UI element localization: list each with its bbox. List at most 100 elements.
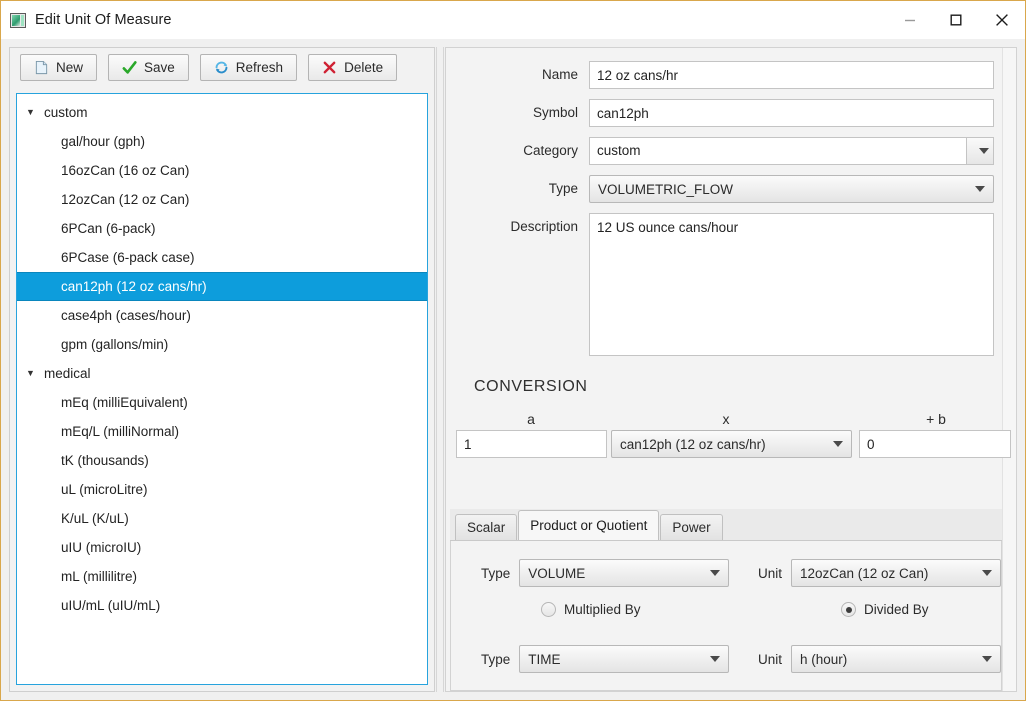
tree-leaf-row[interactable]: mEq/L (milliNormal) bbox=[17, 417, 427, 446]
conversion-x-header: x bbox=[722, 411, 730, 427]
maximize-icon bbox=[950, 14, 962, 26]
close-icon bbox=[996, 14, 1008, 26]
description-label: Description bbox=[510, 219, 578, 234]
type-label: Type bbox=[548, 181, 578, 196]
tree-leaf-row[interactable]: can12ph (12 oz cans/hr) bbox=[17, 272, 427, 301]
name-input[interactable] bbox=[589, 61, 994, 89]
category-combobox[interactable]: custom bbox=[589, 137, 994, 165]
tree-leaf-row[interactable]: uIU (microIU) bbox=[17, 533, 427, 562]
tree-container: ▼ custom gal/hour (gph) 16ozCan (16 oz Can)… bbox=[9, 87, 435, 692]
unit-of-measure-tree[interactable]: ▼ custom gal/hour (gph) 16ozCan (16 oz Can)… bbox=[16, 93, 428, 685]
conversion-a-input[interactable] bbox=[456, 430, 607, 458]
save-button-label: Save bbox=[144, 60, 175, 75]
tree-leaf-row[interactable]: 6PCan (6-pack) bbox=[17, 214, 427, 243]
chevron-down-icon bbox=[833, 441, 843, 447]
tree-leaf-row[interactable]: case4ph (cases/hour) bbox=[17, 301, 427, 330]
description-textarea[interactable] bbox=[589, 213, 994, 356]
denominator-type-label: Type bbox=[480, 651, 511, 667]
tab-power[interactable]: Power bbox=[660, 514, 723, 540]
numerator-type-combobox[interactable]: VOLUME bbox=[519, 559, 730, 587]
delete-button-label: Delete bbox=[344, 60, 384, 75]
tree-leaf-row[interactable]: mEq (milliEquivalent) bbox=[17, 388, 427, 417]
denominator-unit-combobox[interactable]: h (hour) bbox=[791, 645, 1001, 673]
tab-power-label: Power bbox=[672, 520, 711, 535]
tree-leaf-row[interactable]: 16ozCan (16 oz Can) bbox=[17, 156, 427, 185]
tree-leaf-row[interactable]: 12ozCan (12 oz Can) bbox=[17, 185, 427, 214]
denominator-type-combobox[interactable]: TIME bbox=[519, 645, 730, 673]
twisty-expanded-icon[interactable]: ▼ bbox=[26, 108, 40, 117]
numerator-unit-combobox[interactable]: 12ozCan (12 oz Can) bbox=[791, 559, 1001, 587]
symbol-input[interactable] bbox=[589, 99, 994, 127]
denominator-unit-label: Unit bbox=[757, 651, 782, 667]
tree-row-label: mL (millilitre) bbox=[61, 569, 137, 584]
numerator-unit-label: Unit bbox=[757, 565, 782, 581]
new-button[interactable]: New bbox=[20, 54, 98, 81]
tree-row-label: gpm (gallons/min) bbox=[61, 337, 169, 352]
name-row: Name bbox=[446, 61, 994, 89]
tab-scalar[interactable]: Scalar bbox=[455, 514, 518, 540]
tree-row-label: uL (microLitre) bbox=[61, 482, 148, 497]
tree-row-label: 12ozCan (12 oz Can) bbox=[61, 192, 190, 207]
numerator-unit-value: 12ozCan (12 oz Can) bbox=[800, 565, 929, 581]
radio-checked-icon bbox=[841, 602, 856, 617]
tree-leaf-row[interactable]: mL (millilitre) bbox=[17, 562, 427, 591]
minimize-button[interactable] bbox=[887, 1, 933, 39]
window-content: New Save Refresh Delete ▼ custom gal/hou… bbox=[1, 39, 1025, 700]
tree-group-row[interactable]: ▼ medical bbox=[17, 359, 427, 388]
numerator-type-value: VOLUME bbox=[528, 565, 586, 581]
delete-button[interactable]: Delete bbox=[308, 54, 398, 81]
window-title: Edit Unit Of Measure bbox=[35, 12, 172, 28]
conversion-b-header: + b bbox=[926, 411, 946, 427]
type-combobox[interactable]: VOLUMETRIC_FLOW bbox=[589, 175, 994, 203]
conversion-x-combobox[interactable]: can12ph (12 oz cans/hr) bbox=[611, 430, 852, 458]
tree-leaf-row[interactable]: gal/hour (gph) bbox=[17, 127, 427, 156]
tree-leaf-row[interactable]: K/uL (K/uL) bbox=[17, 504, 427, 533]
window-controls bbox=[887, 1, 1025, 39]
tree-leaf-row[interactable]: uIU/mL (uIU/mL) bbox=[17, 591, 427, 620]
tree-leaf-row[interactable]: uL (microLitre) bbox=[17, 475, 427, 504]
conversion-x-value: can12ph (12 oz cans/hr) bbox=[620, 436, 766, 452]
unit-detail-form: Name Symbol Category custom bbox=[446, 48, 1011, 691]
category-dropdown-button[interactable] bbox=[966, 138, 993, 164]
product-or-quotient-panel: Type VOLUME Unit 12ozCan (12 oz Can) Mul… bbox=[450, 541, 1002, 691]
category-value: custom bbox=[597, 143, 641, 158]
tab-strip: Scalar Product or Quotient Power bbox=[450, 509, 1002, 541]
right-pane-scrollbar[interactable] bbox=[1002, 48, 1016, 691]
tree-row-label: can12ph (12 oz cans/hr) bbox=[61, 279, 207, 294]
window-titlebar: Edit Unit Of Measure bbox=[1, 1, 1025, 39]
refresh-button-label: Refresh bbox=[235, 60, 284, 75]
close-button[interactable] bbox=[979, 1, 1025, 39]
tree-group-row[interactable]: ▼ custom bbox=[17, 98, 427, 127]
save-button[interactable]: Save bbox=[108, 54, 189, 81]
tab-scalar-label: Scalar bbox=[467, 520, 506, 535]
category-label: Category bbox=[523, 143, 578, 158]
chevron-down-icon bbox=[710, 656, 721, 662]
tree-leaf-row[interactable]: tK (thousands) bbox=[17, 446, 427, 475]
tab-product-or-quotient-label: Product or Quotient bbox=[530, 518, 648, 533]
refresh-button[interactable]: Refresh bbox=[199, 54, 298, 81]
new-button-label: New bbox=[56, 60, 84, 75]
denominator-unit-value: h (hour) bbox=[800, 651, 848, 667]
divided-by-label: Divided By bbox=[864, 602, 929, 617]
left-pane: New Save Refresh Delete ▼ custom gal/hou… bbox=[1, 39, 435, 700]
tree-row-label: custom bbox=[44, 105, 88, 120]
tree-row-label: 6PCase (6-pack case) bbox=[61, 250, 195, 265]
new-page-icon bbox=[35, 60, 48, 75]
chevron-down-icon bbox=[710, 570, 721, 576]
maximize-button[interactable] bbox=[933, 1, 979, 39]
twisty-expanded-icon[interactable]: ▼ bbox=[26, 369, 40, 378]
green-check-icon bbox=[122, 61, 137, 74]
tree-leaf-row[interactable]: 6PCase (6-pack case) bbox=[17, 243, 427, 272]
tree-leaf-row[interactable]: gpm (gallons/min) bbox=[17, 330, 427, 359]
multiplied-by-radio[interactable]: Multiplied By bbox=[541, 602, 641, 617]
tab-product-or-quotient[interactable]: Product or Quotient bbox=[518, 510, 660, 540]
conversion-b-input[interactable] bbox=[859, 430, 1011, 458]
split-divider[interactable] bbox=[436, 47, 444, 692]
divided-by-radio[interactable]: Divided By bbox=[841, 602, 929, 617]
tree-row-label: case4ph (cases/hour) bbox=[61, 308, 191, 323]
numerator-type-label: Type bbox=[480, 565, 511, 581]
denominator-type-value: TIME bbox=[528, 651, 561, 667]
chevron-down-icon bbox=[979, 148, 989, 154]
tree-row-label: uIU (microIU) bbox=[61, 540, 142, 555]
tree-row-label: medical bbox=[44, 366, 91, 381]
